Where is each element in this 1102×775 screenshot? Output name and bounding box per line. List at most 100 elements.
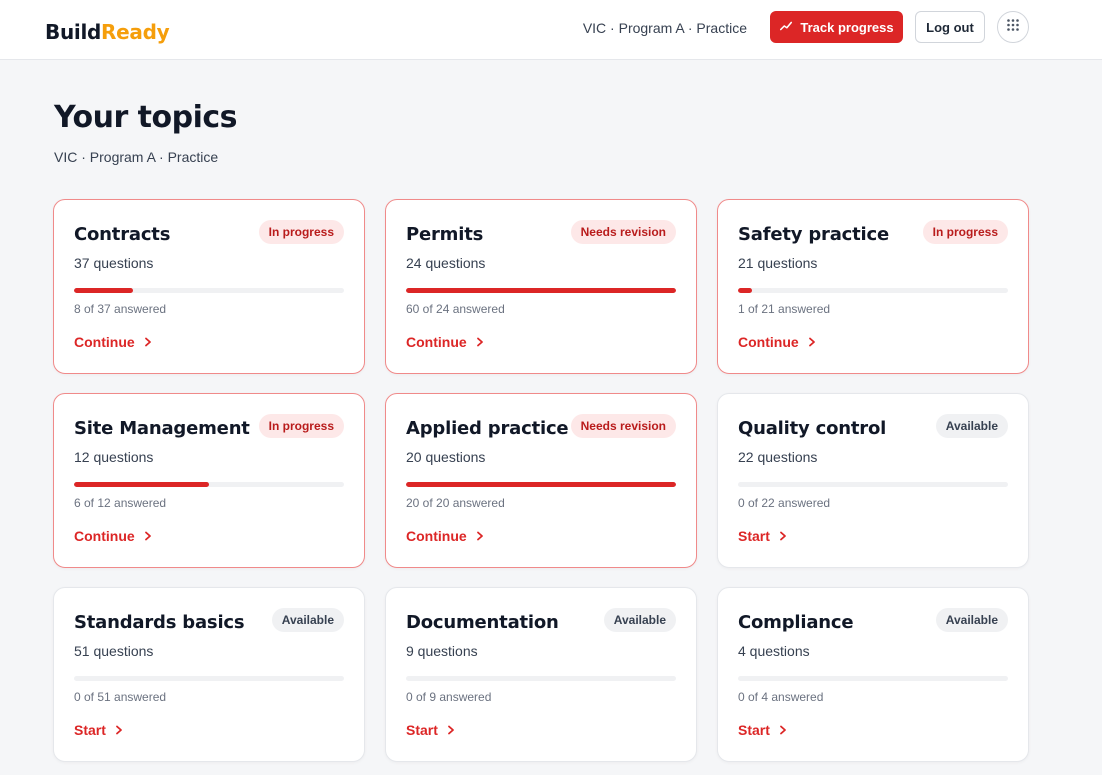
chevron-right-icon (143, 528, 153, 544)
chevron-right-icon (475, 334, 485, 350)
status-badge: In progress (922, 220, 1008, 244)
topic-card[interactable]: Site Management In progress 12 questions… (53, 393, 365, 568)
start-link[interactable]: Start (406, 722, 456, 738)
status-badge: Needs revision (570, 414, 676, 438)
continue-link[interactable]: Continue (406, 334, 485, 350)
topic-title: Safety practice (738, 224, 889, 245)
status-badge: In progress (258, 220, 344, 244)
topic-title: Contracts (74, 224, 171, 245)
question-count: 21 questions (738, 255, 818, 271)
chevron-right-icon (446, 722, 456, 738)
topic-card[interactable]: Quality control Available 22 questions 0… (717, 393, 1029, 568)
topic-title: Permits (406, 224, 484, 245)
chevron-right-icon (143, 334, 153, 350)
progress-bar (74, 676, 344, 681)
answered-count: 60 of 24 answered (406, 302, 505, 316)
start-link[interactable]: Start (738, 722, 788, 738)
topic-card[interactable]: Applied practice Needs revision 20 quest… (385, 393, 697, 568)
continue-link[interactable]: Continue (406, 528, 485, 544)
action-label: Continue (74, 528, 135, 544)
chevron-right-icon (114, 722, 124, 738)
status-badge: Needs revision (570, 220, 676, 244)
topic-card[interactable]: Permits Needs revision 24 questions 60 o… (385, 199, 697, 374)
track-progress-button[interactable]: Track progress (770, 11, 903, 43)
chevron-right-icon (778, 528, 788, 544)
status-badge: In progress (258, 414, 344, 438)
topic-title: Standards basics (74, 612, 245, 633)
status-badge: Available (935, 608, 1008, 632)
grid-dots-icon (1006, 18, 1020, 37)
action-label: Start (406, 722, 438, 738)
answered-count: 0 of 22 answered (738, 496, 831, 510)
progress-bar (406, 676, 676, 681)
continue-link[interactable]: Continue (74, 334, 153, 350)
action-label: Continue (406, 334, 467, 350)
action-label: Start (738, 722, 770, 738)
question-count: 20 questions (406, 449, 486, 465)
answered-count: 0 of 4 answered (738, 690, 824, 704)
action-label: Continue (74, 334, 135, 350)
answered-count: 6 of 12 answered (74, 496, 167, 510)
chevron-right-icon (778, 722, 788, 738)
question-count: 4 questions (738, 643, 810, 659)
answered-count: 8 of 37 answered (74, 302, 167, 316)
progress-bar (406, 482, 676, 487)
question-count: 9 questions (406, 643, 478, 659)
page-title: Your topics (54, 100, 238, 135)
topic-title: Quality control (738, 418, 887, 439)
answered-count: 20 of 20 answered (406, 496, 505, 510)
start-link[interactable]: Start (738, 528, 788, 544)
topic-title: Compliance (738, 612, 854, 633)
context-breadcrumb: VIC · Program A · Practice (582, 20, 747, 36)
topic-card[interactable]: Standards basics Available 51 questions … (53, 587, 365, 762)
answered-count: 0 of 9 answered (406, 690, 492, 704)
continue-link[interactable]: Continue (74, 528, 153, 544)
chevron-right-icon (475, 528, 485, 544)
question-count: 51 questions (74, 643, 154, 659)
question-count: 24 questions (406, 255, 486, 271)
topic-grid: Contracts In progress 37 questions 8 of … (53, 199, 1029, 762)
action-label: Start (74, 722, 106, 738)
continue-link[interactable]: Continue (738, 334, 817, 350)
topic-title: Applied practice (406, 418, 569, 439)
progress-bar (74, 288, 344, 293)
topic-title: Documentation (406, 612, 559, 633)
topic-card[interactable]: Documentation Available 9 questions 0 of… (385, 587, 697, 762)
page-subtitle: VIC · Program A · Practice (54, 149, 219, 165)
question-count: 22 questions (738, 449, 818, 465)
progress-bar-fill (738, 288, 752, 293)
topic-card[interactable]: Compliance Available 4 questions 0 of 4 … (717, 587, 1029, 762)
logout-button[interactable]: Log out (915, 11, 985, 43)
progress-bar (74, 482, 344, 487)
apps-menu-button[interactable] (997, 11, 1029, 43)
status-badge: Available (603, 608, 676, 632)
answered-count: 1 of 21 answered (738, 302, 831, 316)
progress-bar (406, 288, 676, 293)
topic-card[interactable]: Safety practice In progress 21 questions… (717, 199, 1029, 374)
question-count: 37 questions (74, 255, 154, 271)
logo-part-build: Build (45, 20, 102, 44)
progress-bar-fill (74, 288, 134, 293)
top-bar: BuildReady VIC · Program A · Practice Tr… (0, 0, 1102, 60)
answered-count: 0 of 51 answered (74, 690, 167, 704)
start-link[interactable]: Start (74, 722, 124, 738)
status-badge: Available (271, 608, 344, 632)
track-progress-label: Track progress (800, 19, 894, 35)
status-badge: Available (935, 414, 1008, 438)
brand-logo[interactable]: BuildReady (45, 20, 170, 44)
trend-up-icon (779, 19, 793, 36)
progress-bar (738, 288, 1008, 293)
logo-part-ready: Ready (101, 20, 170, 44)
progress-bar-fill (406, 482, 676, 487)
question-count: 12 questions (74, 449, 154, 465)
topic-card[interactable]: Contracts In progress 37 questions 8 of … (53, 199, 365, 374)
topic-title: Site Management (74, 418, 250, 439)
progress-bar (738, 676, 1008, 681)
progress-bar-fill (406, 288, 676, 293)
action-label: Continue (738, 334, 799, 350)
chevron-right-icon (807, 334, 817, 350)
action-label: Start (738, 528, 770, 544)
progress-bar (738, 482, 1008, 487)
action-label: Continue (406, 528, 467, 544)
progress-bar-fill (74, 482, 209, 487)
